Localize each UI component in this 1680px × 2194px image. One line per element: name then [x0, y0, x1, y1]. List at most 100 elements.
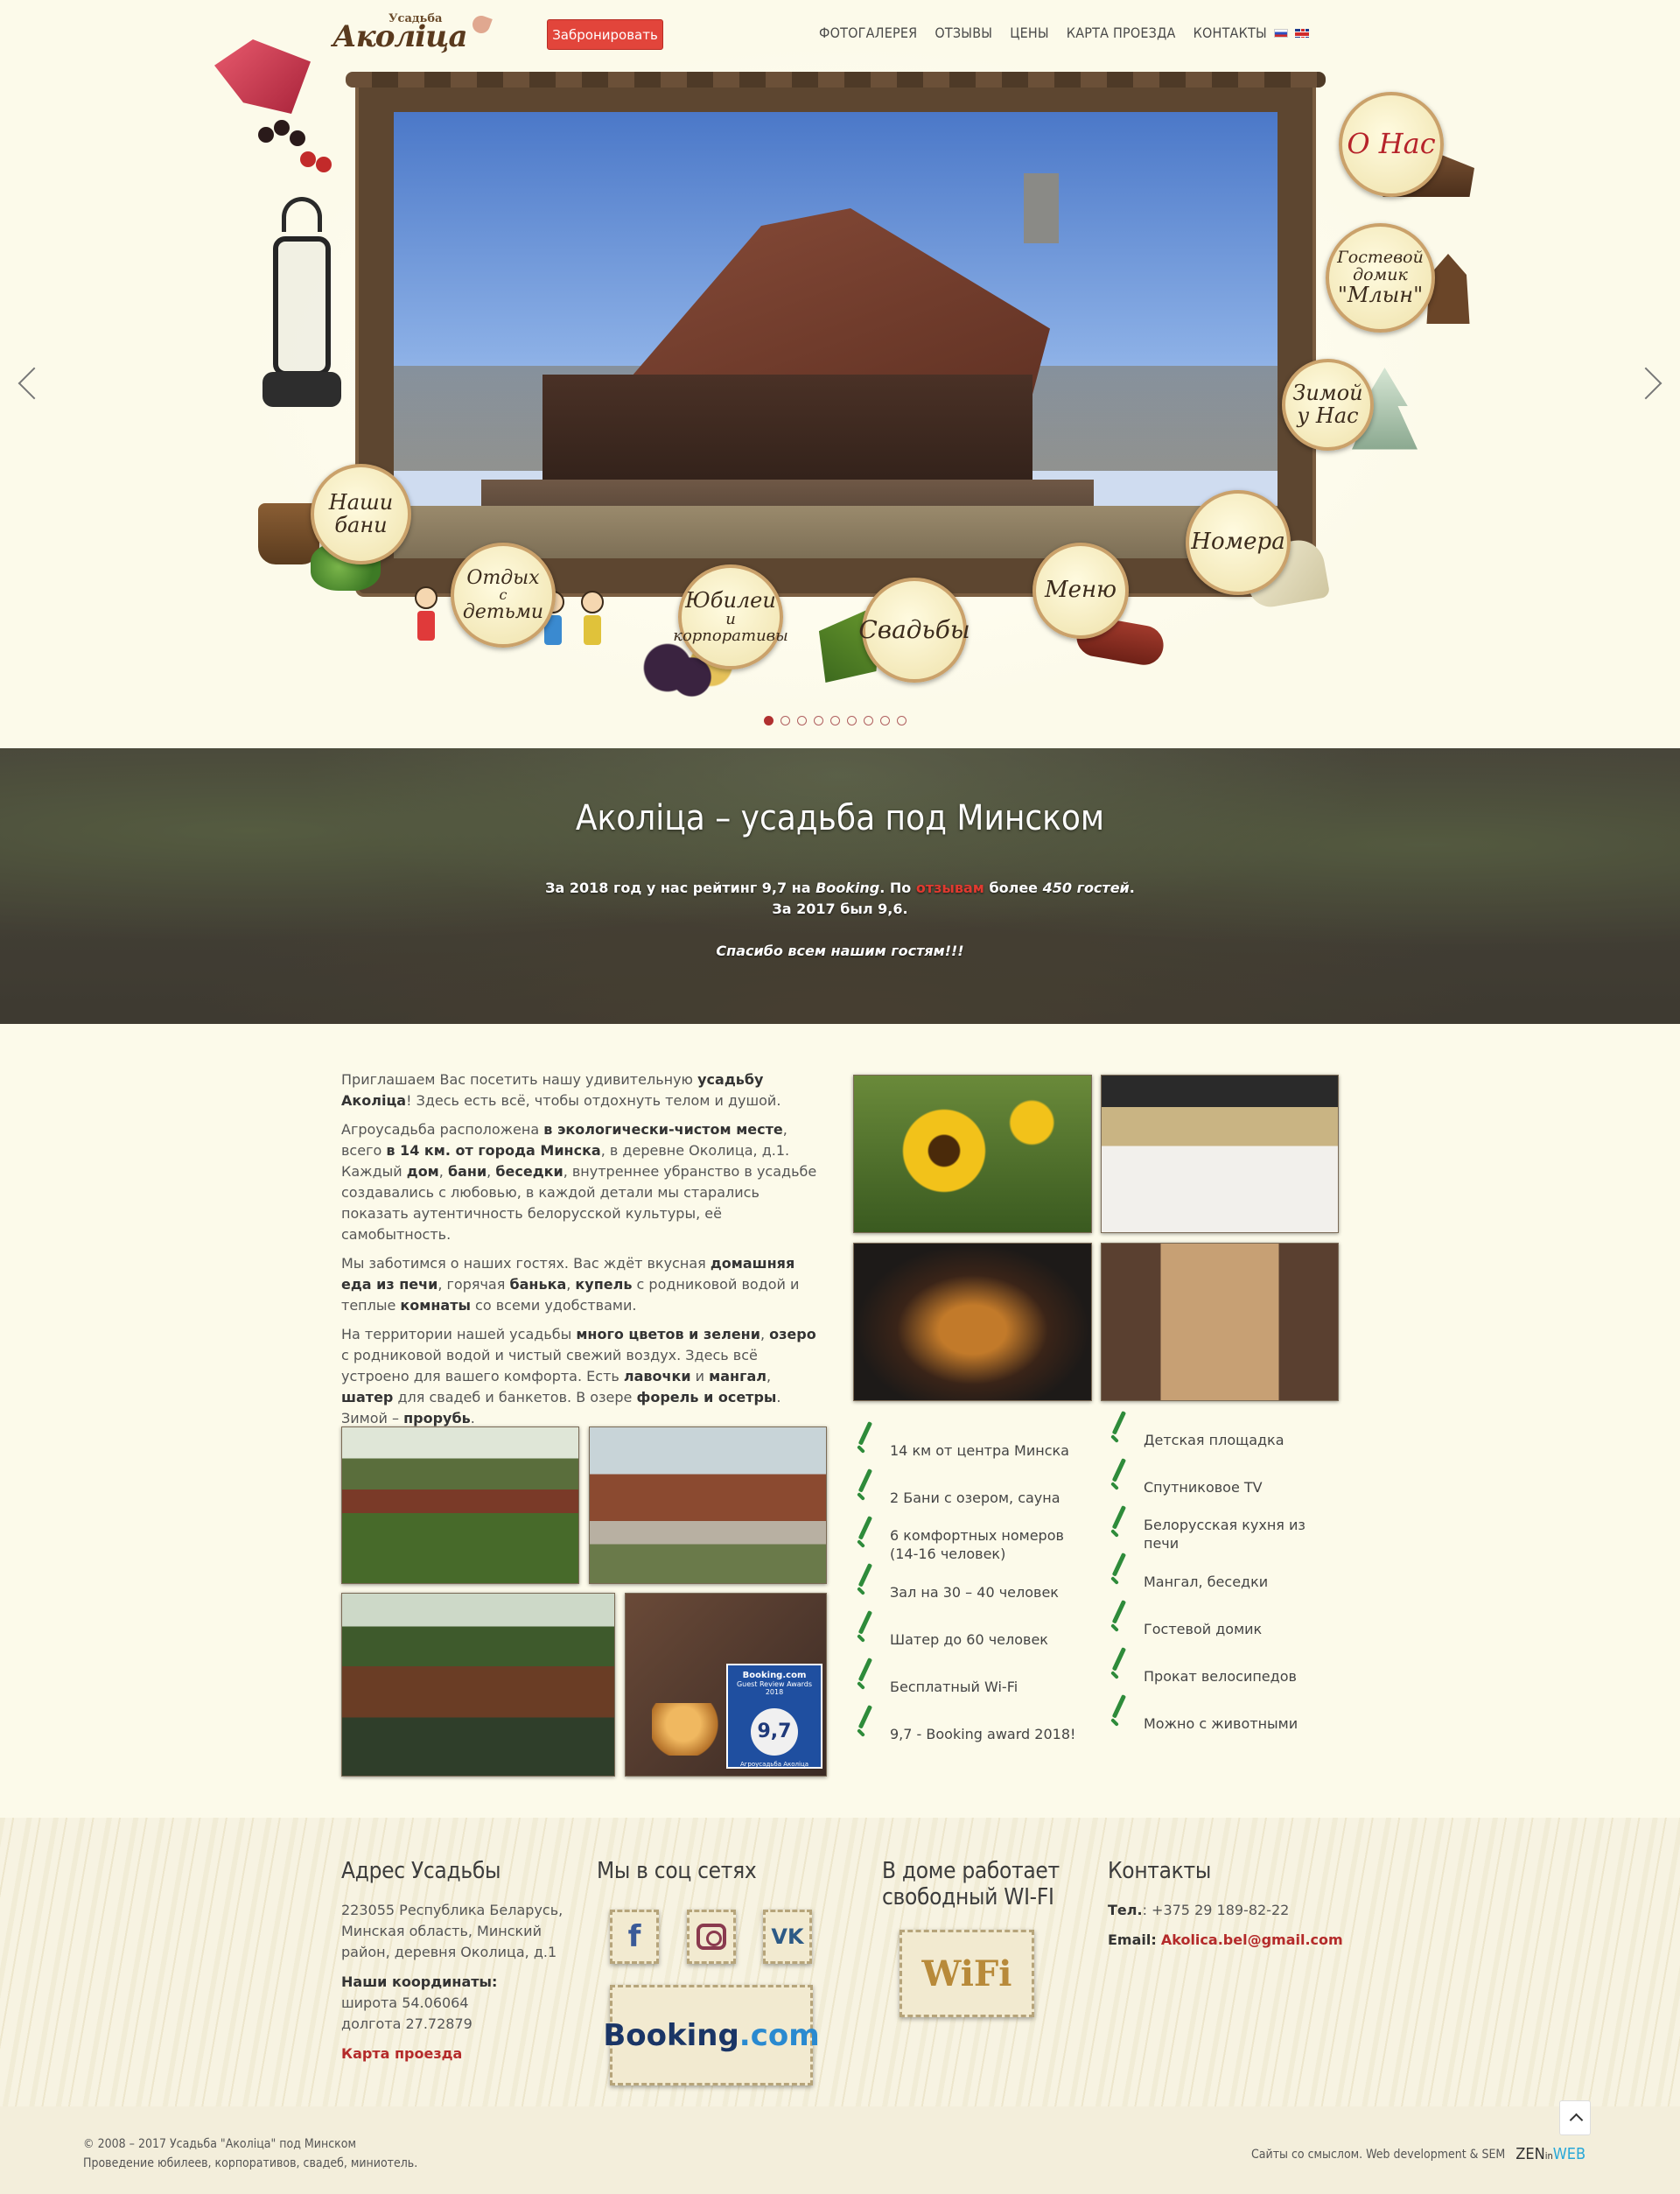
- flag-en-icon[interactable]: [1295, 29, 1309, 38]
- page-title: Аколіца – усадьба под Минском: [575, 798, 1105, 838]
- guests-count: 450 гостей: [1042, 880, 1130, 896]
- email-label: Email:: [1108, 1931, 1157, 1948]
- footer: Адрес Усадьбы 223055 Республика Беларусь…: [0, 1818, 1680, 2106]
- booking-logo-text: Booking: [603, 2017, 739, 2053]
- footer-wifi: В доме работает свободный WI-FI: [882, 1858, 1083, 1926]
- slider-dot[interactable]: [814, 716, 823, 725]
- zen-text: ZEN: [1516, 2145, 1545, 2163]
- book-button[interactable]: Забронировать: [547, 19, 663, 50]
- nav-gallery[interactable]: ФОТОГАЛЕРЕЯ: [819, 25, 917, 41]
- bubble-label: Зимой: [1292, 381, 1363, 406]
- map-link[interactable]: Карта проезда: [341, 2045, 462, 2062]
- email-link[interactable]: Akolica.bel@gmail.com: [1161, 1931, 1343, 1948]
- arrow-right-icon[interactable]: [1638, 363, 1664, 407]
- main-nav: ФОТОГАЛЕРЕЯ ОТЗЫВЫ ЦЕНЫ КАРТА ПРОЕЗДА КО…: [819, 25, 1267, 41]
- footer-heading: Контакты: [1108, 1858, 1211, 1884]
- slider-dot[interactable]: [847, 716, 857, 725]
- reviews-link[interactable]: отзывам: [916, 880, 984, 896]
- vk-glyph: VK: [771, 1924, 804, 1949]
- bubble-label: у Нас: [1297, 403, 1359, 428]
- tel-label: Тел.: [1108, 1902, 1143, 1918]
- pastry: [652, 1703, 731, 1756]
- photo-lake-house[interactable]: [341, 1593, 615, 1777]
- nav-contacts[interactable]: КОНТАКТЫ: [1194, 25, 1267, 41]
- berries-decoration: [258, 118, 337, 172]
- estate-scene: [394, 112, 1278, 558]
- nav-prices[interactable]: ЦЕНЫ: [1010, 25, 1049, 41]
- photo-dish[interactable]: [853, 1243, 1092, 1401]
- slider-dot[interactable]: [780, 716, 790, 725]
- bubble-label: Свадьбы: [858, 615, 970, 645]
- check-icon: [857, 1623, 876, 1652]
- rating-text: За 2018 год у нас рейтинг 9,7 на: [545, 880, 816, 896]
- instagram-icon[interactable]: [687, 1910, 736, 1964]
- photo-dining-hall[interactable]: [1101, 1243, 1339, 1401]
- slider-dot[interactable]: [764, 716, 774, 725]
- bubble-rooms[interactable]: Номера: [1186, 490, 1291, 595]
- feature-item: Зал на 30 – 40 человек: [853, 1568, 1089, 1616]
- rating-text: . По: [879, 880, 916, 896]
- slider-dot[interactable]: [897, 716, 906, 725]
- camera-glyph: [696, 1924, 726, 1950]
- leaf-icon: [470, 13, 493, 36]
- chimney: [1024, 173, 1059, 243]
- photo-banquet-hall[interactable]: [1101, 1075, 1339, 1233]
- feature-item: Спутниковое TV: [1107, 1463, 1308, 1511]
- slider-dot[interactable]: [830, 716, 840, 725]
- bubble-family-rest[interactable]: Отдых с детьми: [451, 543, 556, 648]
- features-list-right: Детская площадка Спутниковое TV Белорусс…: [1107, 1416, 1308, 1747]
- footer-heading: Мы в соц сетях: [597, 1858, 757, 1884]
- intro-paragraph: Приглашаем Вас посетить нашу удивительну…: [341, 1071, 781, 1109]
- bubble-label: Номера: [1191, 529, 1285, 556]
- bubble-menu[interactable]: Меню: [1032, 543, 1129, 639]
- rating-text: .: [1129, 880, 1135, 896]
- bubble-guest-house[interactable]: Гостевой домик "Млын": [1326, 223, 1435, 333]
- nav-map[interactable]: КАРТА ПРОЕЗДА: [1067, 25, 1176, 41]
- booking-link[interactable]: Booking .com: [603, 1985, 820, 2085]
- booking-award-card: Booking.com Guest Review Awards 2018 9,7…: [726, 1664, 822, 1769]
- bubble-about-us[interactable]: О Нас: [1339, 92, 1444, 197]
- arrow-left-icon[interactable]: [16, 363, 42, 407]
- bubble-weddings[interactable]: Свадьбы: [858, 578, 970, 683]
- photo-guest-house[interactable]: [589, 1426, 827, 1584]
- flag-ru-icon[interactable]: [1274, 29, 1288, 38]
- slider-dot[interactable]: [880, 716, 890, 725]
- wifi-stamp-text: WiFi: [921, 1952, 1012, 1994]
- coords-label: Наши координаты:: [341, 1973, 498, 1990]
- feature-item: Гостевой домик: [1107, 1605, 1308, 1652]
- facebook-icon[interactable]: f: [610, 1910, 659, 1964]
- bubble-label: Наши: [328, 490, 394, 515]
- slider-dot[interactable]: [864, 716, 873, 725]
- check-icon: [1110, 1470, 1130, 1500]
- slider-dot[interactable]: [797, 716, 807, 725]
- check-icon: [1110, 1518, 1130, 1547]
- hero-slider: О Нас Гостевой домик "Млын" Зимой у Нас …: [0, 0, 1680, 748]
- photo-booking-award[interactable]: Booking.com Guest Review Awards 2018 9,7…: [625, 1593, 827, 1777]
- bubble-winter[interactable]: Зимой у Нас: [1282, 359, 1374, 451]
- nav-reviews[interactable]: ОТЗЫВЫ: [934, 25, 992, 41]
- wifi-stamp-icon: WiFi: [900, 1930, 1034, 2017]
- logo-title: Аколіца: [332, 19, 468, 54]
- rating-text: более: [984, 880, 1043, 896]
- intro-paragraph: Агроусадьба расположена в экологически-ч…: [341, 1121, 817, 1243]
- developer-logo[interactable]: ZENinWEB: [1516, 2145, 1586, 2163]
- award-name: Агроусадьба Аколіца: [739, 1761, 809, 1768]
- developer-credit: Сайты со смыслом. Web development & SEM …: [1251, 2145, 1586, 2163]
- bubble-baths[interactable]: Наши бани: [311, 464, 411, 564]
- check-icon: [857, 1670, 876, 1700]
- booking-brand: Booking.com: [742, 1671, 807, 1680]
- arrow-up-icon[interactable]: [1559, 2100, 1591, 2135]
- photo-sunflowers[interactable]: [853, 1075, 1092, 1233]
- check-icon: [857, 1717, 876, 1747]
- bubble-label: бани: [334, 512, 388, 537]
- photo-estate-house[interactable]: [341, 1426, 579, 1584]
- bubble-label: Юбилеи: [685, 587, 776, 613]
- footer-heading: Адрес Усадьбы: [341, 1858, 501, 1884]
- vk-icon[interactable]: VK: [763, 1910, 812, 1964]
- child-figure: [578, 591, 607, 652]
- booking-logo-suffix: .com: [738, 2017, 820, 2053]
- logo[interactable]: Усадьба Аколіца: [332, 12, 499, 56]
- lantern-decoration: [262, 197, 341, 416]
- bubble-jubilees[interactable]: Юбилеи и корпоративы: [673, 564, 788, 669]
- feature-item: Шатер до 60 человек: [853, 1616, 1089, 1663]
